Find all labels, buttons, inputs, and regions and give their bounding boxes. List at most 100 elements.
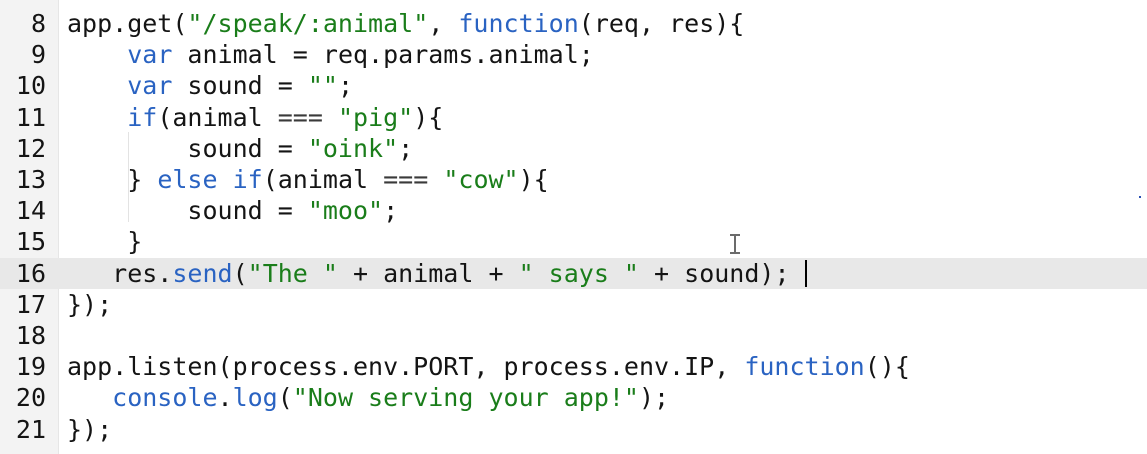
code-token: ""	[307, 71, 338, 101]
code-text[interactable]: sound = "moo";	[67, 195, 398, 226]
line-number: 20	[15, 383, 46, 413]
code-line[interactable]: 10 var sound = "";	[0, 70, 1147, 101]
code-token: ){	[518, 165, 549, 194]
code-token: (	[277, 383, 293, 413]
indent-guide	[128, 132, 129, 222]
code-token: if	[127, 102, 158, 132]
code-text[interactable]: app.get("/speak/:animal", function(req, …	[67, 8, 744, 39]
code-token: log	[232, 383, 278, 413]
code-token: ;	[337, 71, 354, 101]
line-number: 18	[15, 321, 46, 350]
code-text[interactable]: var animal = req.params.animal;	[67, 39, 594, 70]
code-token: else	[157, 165, 218, 194]
code-token: + sound);	[639, 258, 805, 288]
code-editor[interactable]: 8 app.get("/speak/:animal", function(req,…	[0, 0, 1147, 454]
code-token: "oink"	[307, 133, 399, 163]
code-text[interactable]: } else if(animal === "cow"){	[67, 164, 549, 195]
code-line[interactable]: 15 }	[0, 226, 1147, 257]
mouse-ibeam-cursor-icon	[728, 233, 742, 255]
line-number: 12	[15, 133, 46, 163]
code-text[interactable]: if(animal === "pig"){	[67, 102, 443, 133]
code-line[interactable]: 20 console.log("Now serving your app!");	[0, 382, 1147, 413]
code-token: ,	[428, 9, 459, 38]
code-token: (){	[864, 352, 910, 382]
code-token: ;	[398, 133, 414, 163]
code-line[interactable]: 9 var animal = req.params.animal;	[0, 39, 1147, 70]
code-text[interactable]: });	[67, 289, 112, 320]
code-text[interactable]: console.log("Now serving your app!");	[67, 382, 669, 413]
line-number: 19	[15, 352, 46, 382]
code-token: sound =	[67, 133, 308, 163]
line-number: 11	[15, 102, 46, 132]
code-token: ;	[383, 196, 399, 226]
code-token: function	[744, 352, 865, 382]
line-number: 15	[15, 227, 46, 257]
code-line[interactable]: 13 } else if(animal === "cow"){	[0, 164, 1147, 195]
code-line[interactable]: 21});	[0, 414, 1147, 445]
code-text[interactable]: app.listen(process.env.PORT, process.env…	[67, 351, 910, 382]
code-token: }	[67, 165, 158, 194]
code-text[interactable]: var sound = "";	[67, 70, 353, 101]
code-token: "/speak/:animal"	[187, 9, 429, 38]
code-token: );	[638, 383, 670, 413]
code-token: ===	[383, 165, 429, 194]
code-token: " says "	[518, 258, 639, 288]
code-token: app.listen(process.env.PORT, process.env…	[67, 352, 745, 382]
code-token: function	[458, 9, 579, 38]
line-number: 9	[30, 40, 46, 70]
code-token: }	[67, 227, 143, 257]
code-line[interactable]: 14 sound = "moo";	[0, 195, 1147, 226]
code-line[interactable]: 17});	[0, 289, 1147, 320]
line-number: 8	[30, 9, 46, 38]
code-token: res.	[67, 258, 173, 288]
code-token: "cow"	[443, 165, 519, 194]
line-number: 10	[15, 71, 46, 101]
code-token: (animal	[157, 102, 278, 132]
code-token: (req, res){	[578, 9, 745, 38]
code-text[interactable]: }	[67, 226, 142, 257]
code-text[interactable]: res.send("The " + animal + " says " + so…	[67, 258, 805, 289]
code-text[interactable]: sound = "oink";	[67, 133, 413, 164]
code-line[interactable]: 19 app.listen(process.env.PORT, process.e…	[0, 351, 1147, 382]
code-token: sound =	[67, 196, 308, 226]
code-token: var	[127, 71, 173, 101]
line-number: 16	[15, 258, 46, 288]
code-token: (	[232, 258, 248, 288]
code-token: "The "	[247, 258, 338, 288]
line-number: 14	[15, 196, 46, 226]
code-token: .	[217, 383, 233, 413]
code-token: + animal +	[337, 258, 519, 288]
scrollbar-marker[interactable]	[1139, 196, 1141, 198]
code-token: console	[112, 383, 218, 413]
code-token: ===	[277, 102, 323, 132]
line-number: 13	[15, 165, 46, 194]
code-text[interactable]: });	[67, 414, 112, 445]
code-token: if	[232, 165, 263, 194]
code-token: });	[67, 289, 113, 319]
code-token: send	[172, 258, 233, 288]
text-caret	[805, 259, 807, 287]
code-token: app.get(	[67, 9, 188, 38]
line-number: 21	[15, 414, 46, 444]
code-token: ){	[413, 102, 444, 132]
code-line[interactable]: 12 sound = "oink";	[0, 133, 1147, 164]
code-line[interactable]: 16 res.send("The " + animal + " says " +…	[0, 257, 1147, 289]
code-token: sound =	[172, 71, 308, 101]
code-line[interactable]: 11 if(animal === "pig"){	[0, 102, 1147, 133]
code-token: "moo"	[307, 196, 384, 226]
code-line[interactable]: 18	[0, 320, 1147, 351]
code-token: var	[127, 40, 173, 70]
code-token: "Now serving your app!"	[292, 383, 639, 413]
code-token: });	[67, 414, 113, 444]
code-token: (animal	[262, 165, 384, 194]
line-number: 17	[15, 289, 46, 319]
code-line[interactable]: 8 app.get("/speak/:animal", function(req,…	[0, 8, 1147, 39]
code-token: "pig"	[337, 102, 414, 132]
